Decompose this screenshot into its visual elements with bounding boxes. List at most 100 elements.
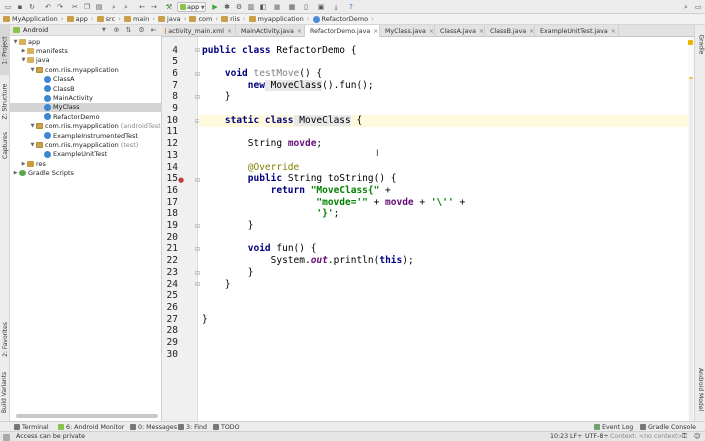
paste-icon[interactable]: ▤ [94,2,104,12]
tab-todo[interactable]: TODO [213,423,240,431]
hide-icon[interactable]: ⇤ [150,27,157,34]
tab-example-unit-test[interactable]: ExampleUnitTest.java × [535,25,619,37]
close-icon[interactable]: × [373,28,378,35]
tab-gradle-console[interactable]: Gradle Console [640,423,696,431]
tab-gradle[interactable]: Gradle [695,27,705,61]
close-icon[interactable]: × [611,28,616,35]
target-icon[interactable]: ⊕ [113,27,120,34]
breadcrumb-item[interactable]: src › [96,14,123,25]
open-icon[interactable]: ▭ [3,2,13,12]
stop-icon[interactable]: ■ [272,2,282,12]
breadcrumb-item[interactable]: app › [66,14,96,25]
horizontal-scrollbar[interactable] [16,414,158,418]
inspector-icon[interactable]: ☺ [694,433,701,440]
close-icon[interactable]: × [297,28,302,35]
error-stripe[interactable] [688,37,694,421]
tree-item[interactable]: ▶ res [10,159,162,168]
breadcrumb-item[interactable]: myapplication › [248,14,312,25]
lock-icon[interactable]: ⚿ [682,433,687,441]
attach-icon[interactable]: ⚙ [234,2,244,12]
debug-icon[interactable]: ✱ [222,2,232,12]
file-encoding[interactable]: UTF-8÷ [585,433,609,440]
tab-project[interactable]: 1: Project [0,25,10,75]
tree-item[interactable]: ExampleInstrumentedTest [10,131,162,140]
tab-captures[interactable]: Captures [0,127,10,163]
run-config-select[interactable]: app ▼ [177,2,206,12]
breadcrumb-item[interactable]: RefactorDemo › [312,14,376,25]
gear-icon[interactable]: ⚙ [138,27,145,34]
tree-item[interactable]: RefactorDemo [10,112,162,121]
tab-build-variants[interactable]: Build Variants [0,369,10,415]
override-marker-icon[interactable]: ● [178,176,184,184]
tree-item[interactable]: ▼ app [10,37,162,46]
tree-item[interactable]: ▼ com.riis.myapplication [10,65,162,74]
settings-icon[interactable]: ▭ [693,2,703,12]
breadcrumb-item[interactable]: riis › [220,14,247,25]
cut-icon[interactable]: ✂ [70,2,80,12]
breadcrumb-item[interactable]: com › [188,14,220,25]
tab-class-b[interactable]: ClassB.java × [485,25,535,37]
tool-windows-icon[interactable] [3,433,10,441]
chevron-down-icon[interactable]: ▼ [102,25,106,36]
sdk-icon[interactable]: ▦ [287,2,297,12]
project-structure-icon[interactable]: ▣ [316,2,326,12]
tab-messages[interactable]: 0: Messages [130,423,177,431]
tab-find[interactable]: 3: Find [178,423,207,431]
caret-position[interactable]: 10:23 [550,433,568,440]
close-icon[interactable]: × [227,28,232,35]
undo-icon[interactable]: ↶ [43,2,53,12]
tree-item[interactable]: MainActivity [10,93,162,102]
breadcrumb-item[interactable]: java › [157,14,188,25]
replace-icon[interactable]: ⌕ [121,2,131,12]
tree-item[interactable]: ▶ manifests [10,46,162,55]
sync-icon[interactable]: ↻ [27,2,37,12]
tab-structure[interactable]: Z: Structure [0,77,10,125]
code-line: } [247,266,254,278]
tree-item[interactable]: ▼ com.riis.myapplication (androidTest [10,122,162,131]
tree-item[interactable]: ClassB [10,84,162,93]
breadcrumb-item[interactable]: MyApplication › [2,14,66,25]
tree-item[interactable]: ▼ java [10,56,162,65]
scroll-thumb[interactable] [689,77,693,421]
tree-item[interactable]: ExampleUnitTest [10,150,162,159]
tab-refactor-demo[interactable]: RefactorDemo.java × [305,25,380,37]
tab-class-a[interactable]: ClassA.java × [435,25,485,37]
project-view-select[interactable]: Android [23,26,48,34]
tab-favorites[interactable]: 2: Favorites [0,315,10,363]
tab-android-model[interactable]: Android Model [695,361,705,417]
breadcrumb-item[interactable]: main › [123,14,157,25]
tree-item[interactable]: ClassA [10,75,162,84]
find-icon[interactable]: ⌕ [109,2,119,12]
tab-main-activity[interactable]: MainActivity.java × [236,25,305,37]
tab-event-log[interactable]: Event Log [594,423,633,431]
tab-my-class[interactable]: MyClass.java × [380,25,435,37]
tree-item[interactable]: ▼ com.riis.myapplication (test) [10,140,162,149]
tree-item-selected[interactable]: MyClass [10,102,162,113]
profile-icon[interactable]: ▥ [246,2,256,12]
back-icon[interactable]: ← [137,2,147,12]
tab-activity-main-xml[interactable]: activity_main.xml × [162,25,236,37]
close-icon[interactable]: × [429,28,434,35]
folder-icon [158,16,166,22]
download-icon[interactable]: ⤓ [331,2,341,12]
tab-terminal[interactable]: Terminal [14,423,49,431]
search-icon[interactable]: ⌕ [681,2,691,12]
warning-status-icon[interactable] [688,40,693,45]
save-icon[interactable]: ▪ [15,2,25,12]
build-icon[interactable]: ⚒ [164,2,174,12]
redo-icon[interactable]: ↷ [55,2,65,12]
close-icon[interactable]: × [529,28,534,35]
tab-android-monitor[interactable]: 6: Android Monitor [58,423,124,431]
close-icon[interactable]: × [479,28,484,35]
collapse-icon[interactable]: ⇅ [125,27,132,34]
line-separator[interactable]: LF÷ [570,433,582,440]
code-editor[interactable]: public class RefactorDemo { void testMov… [199,37,688,421]
help-icon[interactable]: ? [346,2,356,12]
tree-item[interactable]: ▶ Gradle Scripts [10,169,162,178]
coverage-icon[interactable]: ◧ [258,2,268,12]
avd-icon[interactable]: ▯ [301,2,311,12]
forward-icon[interactable]: → [149,2,159,12]
run-icon[interactable]: ▶ [210,2,220,12]
tab-label: MainActivity.java [241,27,294,35]
copy-icon[interactable]: ❐ [82,2,92,12]
